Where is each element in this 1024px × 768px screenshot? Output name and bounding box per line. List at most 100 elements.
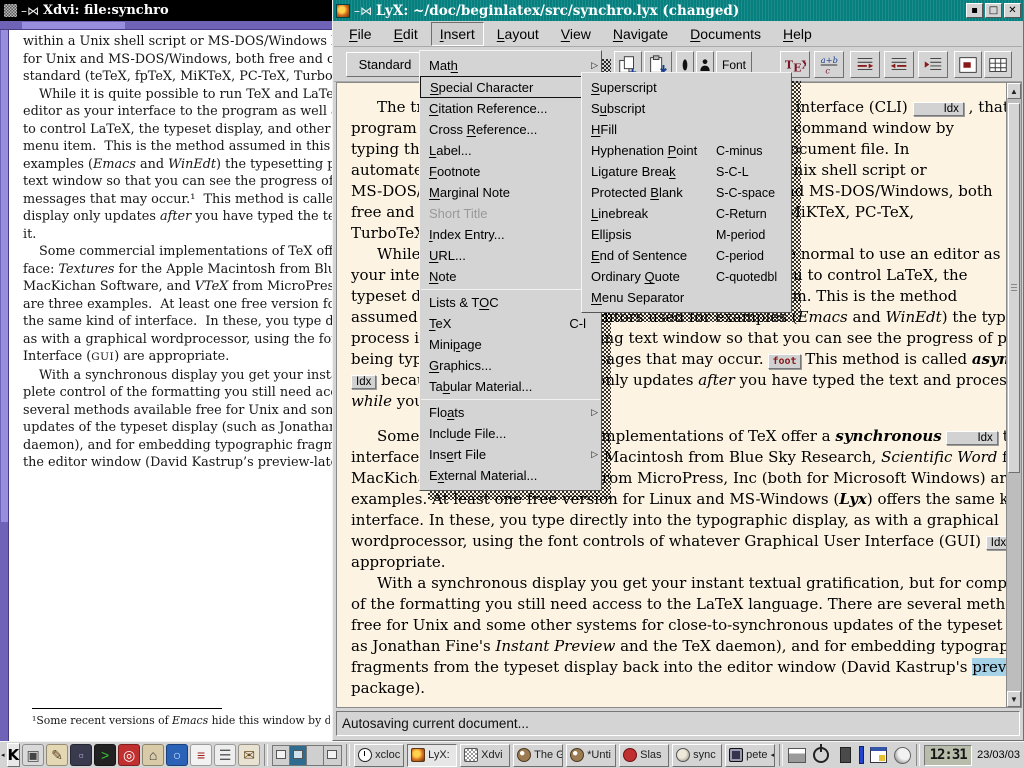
menubar-item-edit[interactable]: Edit <box>385 22 427 46</box>
panel-hide-left-button[interactable]: ◂ <box>1 743 5 767</box>
menubar-item-layout[interactable]: Layout <box>488 22 548 46</box>
menubar-item-file[interactable]: File <box>340 22 381 46</box>
task-button-xdvi[interactable]: Xdvi <box>460 744 510 767</box>
menubar-item-navigate[interactable]: Navigate <box>604 22 677 46</box>
menu-item-lists-toc[interactable]: Lists & TOC <box>420 292 601 313</box>
documents-icon[interactable]: ☰ <box>214 744 236 766</box>
window-list-icon[interactable]: ▣ <box>22 744 44 766</box>
task-button-pete[interactable]: pete◀ <box>725 744 775 767</box>
desktop: –⋈ Xdvi: file:synchro within a Unix shel… <box>0 0 1024 768</box>
table-button[interactable] <box>984 51 1012 78</box>
menu-item-ligature-break[interactable]: Ligature BreakS-C-L <box>582 161 791 182</box>
menu-item-label[interactable]: Label... <box>420 140 601 161</box>
monitor-icon[interactable]: ▫ <box>70 744 92 766</box>
xdvi-horizontal-scrollbar[interactable] <box>0 21 332 30</box>
inset-button-idx[interactable]: Idx <box>913 102 964 116</box>
menu-item-cross-reference[interactable]: Cross Reference... <box>420 119 601 140</box>
moon-icon[interactable] <box>892 745 912 765</box>
layout-combo[interactable]: Standard <box>346 52 424 77</box>
task-button-slas[interactable]: Slas <box>619 744 669 767</box>
lcd-clock[interactable]: 12:31 <box>924 745 972 766</box>
maximize-button[interactable]: □ <box>985 3 1002 18</box>
menu-item-subscript[interactable]: Subscript <box>582 98 791 119</box>
menu-item-math[interactable]: Math▷ <box>420 55 601 76</box>
help-lifebuoy-icon[interactable]: ◎ <box>118 744 140 766</box>
inset-button-idx[interactable]: Idx <box>351 375 376 389</box>
menu-item-ordinary-quote[interactable]: Ordinary QuoteC-quotedbl <box>582 266 791 287</box>
lyx-title-bar[interactable]: –⋈ LyX: ~/doc/beginlatex/src/synchro.lyx… <box>333 0 1023 21</box>
lyx-vertical-scrollbar[interactable]: ▲ ▼ <box>1006 82 1022 708</box>
menu-item-floats[interactable]: Floats▷ <box>420 402 601 423</box>
menu-item-special-character[interactable]: Special Character▷ <box>420 76 601 98</box>
menu-item-tabular-material[interactable]: Tabular Material... <box>420 376 601 397</box>
menu-item-footnote[interactable]: Footnote <box>420 161 601 182</box>
menu-item-protected-blank[interactable]: Protected BlankS-C-space <box>582 182 791 203</box>
depth-left-button[interactable] <box>850 51 880 78</box>
menu-item-menu-separator[interactable]: Menu Separator <box>582 287 791 308</box>
figure-button[interactable] <box>954 51 982 78</box>
menubar-item-insert[interactable]: Insert <box>431 22 484 46</box>
pager-desktop-2[interactable] <box>290 746 307 765</box>
scroll-up-arrow[interactable]: ▲ <box>1007 83 1021 99</box>
inset-button-idx[interactable]: Idx <box>946 431 997 445</box>
task-button-the-g[interactable]: The G <box>513 744 563 767</box>
menu-item-hfill[interactable]: HFill <box>582 119 791 140</box>
math-mode-button[interactable]: a+bc <box>814 51 844 78</box>
menu-item-minipage[interactable]: Minipage <box>420 334 601 355</box>
task-button-unti[interactable]: *Unti <box>566 744 616 767</box>
menu-item-citation-reference[interactable]: Citation Reference... <box>420 98 601 119</box>
xdvi-vscroll-thumb[interactable] <box>1 30 8 522</box>
menu-item-ellipsis[interactable]: EllipsisM-period <box>582 224 791 245</box>
menu-item-marginal-note[interactable]: Marginal Note <box>420 182 601 203</box>
menubar-item-view[interactable]: View <box>552 22 600 46</box>
menu-item-url[interactable]: URL... <box>420 245 601 266</box>
clipboard-pen-icon[interactable]: ✎ <box>46 744 68 766</box>
text-line: daemon), and for embedding typographic f… <box>23 437 332 455</box>
close-button[interactable]: ✕ <box>1004 3 1021 18</box>
window-menu-icon[interactable]: –⋈ <box>354 4 372 18</box>
menu-item-tex[interactable]: TeXC-l <box>420 313 601 334</box>
printer-icon[interactable] <box>787 745 807 765</box>
news-docs-icon[interactable]: ≡ <box>190 744 212 766</box>
task-button-lyx[interactable]: LyX: <box>407 744 457 767</box>
home-icon[interactable]: ⌂ <box>142 744 164 766</box>
desktop-pager[interactable] <box>272 745 342 766</box>
task-button-xcloc[interactable]: xcloc <box>354 744 404 767</box>
inset-button-foot[interactable]: foot <box>768 354 800 369</box>
pager-desktop-3[interactable] <box>307 746 324 765</box>
menu-item-graphics[interactable]: Graphics... <box>420 355 601 376</box>
indent-list-button[interactable] <box>918 51 948 78</box>
window-menu-icon[interactable]: –⋈ <box>21 4 39 18</box>
menubar-item-documents[interactable]: Documents <box>681 22 770 46</box>
text-line: as with a graphical wordprocessor, using… <box>23 331 332 349</box>
terminal-icon[interactable]: > <box>94 744 116 766</box>
menu-item-superscript[interactable]: Superscript <box>582 77 791 98</box>
klipper-icon[interactable] <box>835 745 855 765</box>
mail-pen-icon[interactable]: ✉ <box>238 744 260 766</box>
xdvi-hscroll-thumb[interactable] <box>22 22 125 29</box>
depth-right-button[interactable] <box>884 51 914 78</box>
lyx-scroll-thumb[interactable] <box>1008 103 1020 473</box>
menu-item-hyphenation-point[interactable]: Hyphenation PointC-minus <box>582 140 791 161</box>
xdvi-task-icon <box>464 748 478 762</box>
menu-item-index-entry[interactable]: Index Entry... <box>420 224 601 245</box>
pager-desktop-4[interactable] <box>324 746 341 765</box>
k-menu-button[interactable]: K <box>7 743 21 767</box>
task-button-sync[interactable]: sync <box>672 744 722 767</box>
menu-item-short-title: Short Title <box>420 203 601 224</box>
globe-icon[interactable]: ○ <box>166 744 188 766</box>
menu-item-note[interactable]: Note <box>420 266 601 287</box>
scroll-down-arrow[interactable]: ▼ <box>1007 691 1021 707</box>
xdvi-title-bar[interactable]: –⋈ Xdvi: file:synchro <box>0 0 332 21</box>
power-icon[interactable] <box>811 745 831 765</box>
menu-item-external-material[interactable]: External Material... <box>420 465 601 486</box>
minimize-button[interactable]: ▪ <box>966 3 983 18</box>
xdvi-vertical-scrollbar[interactable] <box>0 30 9 741</box>
menu-item-insert-file[interactable]: Insert File▷ <box>420 444 601 465</box>
menubar-item-help[interactable]: Help <box>774 22 821 46</box>
pager-desktop-1[interactable] <box>273 746 290 765</box>
menu-item-include-file[interactable]: Include File... <box>420 423 601 444</box>
menu-item-linebreak[interactable]: LinebreakC-Return <box>582 203 791 224</box>
menu-item-end-of-sentence[interactable]: End of SentenceC-period <box>582 245 791 266</box>
calendar-icon[interactable] <box>868 745 888 765</box>
